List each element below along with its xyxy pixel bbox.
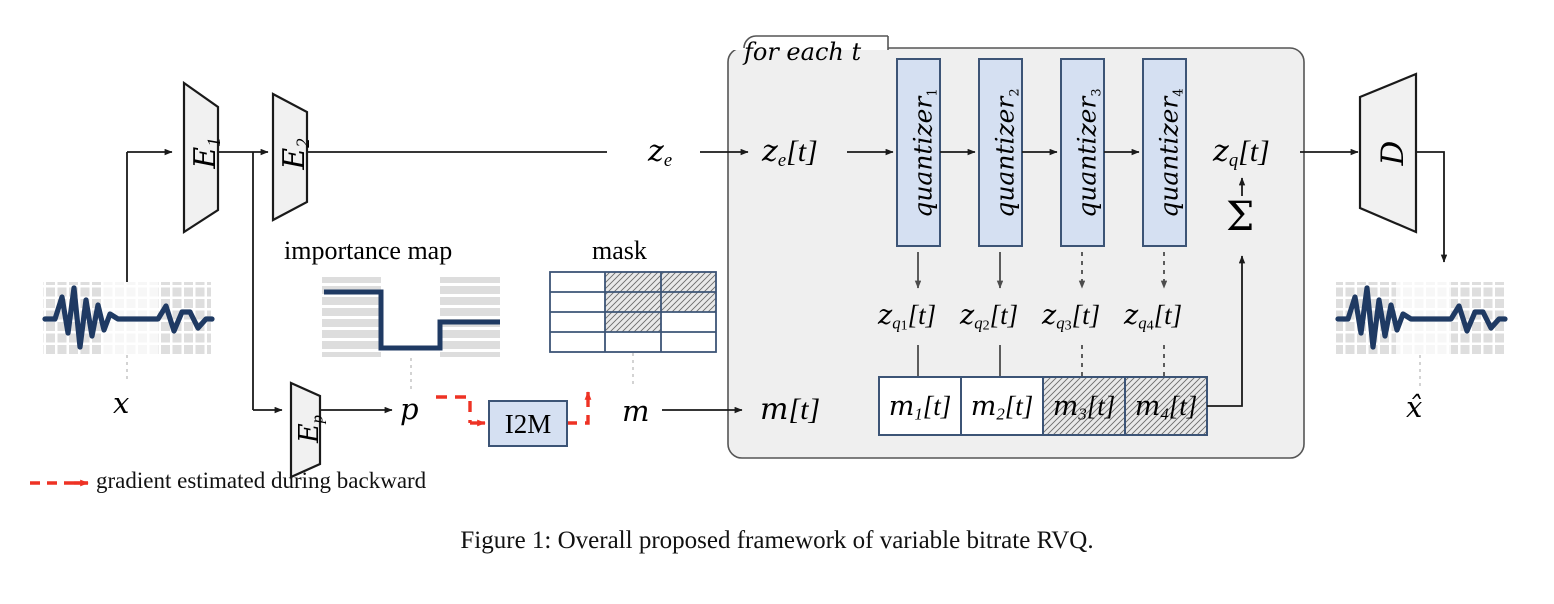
i2m-label[interactable]: I2M xyxy=(489,409,567,440)
output-waveform xyxy=(1335,282,1508,354)
sum-symbol: Σ xyxy=(1226,194,1255,240)
zq-label-2: zq2[t] xyxy=(960,300,1019,334)
zq-label-3: zq3[t] xyxy=(1042,300,1101,334)
mask-cell-label-1: m1[t] xyxy=(888,391,952,424)
input-waveform xyxy=(42,282,215,354)
m-label: m xyxy=(622,394,650,428)
mask-cell-label-2: m2[t] xyxy=(970,391,1034,424)
z-e-label: ze xyxy=(648,134,673,172)
diagram-vector-layer xyxy=(30,34,1508,487)
encoder-ep-label: Ep xyxy=(294,414,327,444)
mask-grid-graphic xyxy=(549,271,717,353)
encoder-e2-label: E2 xyxy=(277,138,315,170)
mask-cell-label-3: m3[t] xyxy=(1052,391,1116,424)
z-e-t-label: ze[t] xyxy=(762,134,818,172)
quantizer-label-2: quantizer2 xyxy=(990,88,1023,218)
input-x-label: x xyxy=(113,386,130,420)
zq-label-4: zq4[t] xyxy=(1124,300,1183,334)
zq-label-1: zq1[t] xyxy=(878,300,937,334)
decoder-d-label: D xyxy=(1375,140,1411,166)
mask-title: mask xyxy=(592,236,647,265)
quantizer-label-1: quantizer1 xyxy=(908,88,941,218)
z-q-t-label: zq[t] xyxy=(1213,134,1270,172)
quantizer-label-4: quantizer4 xyxy=(1154,88,1187,218)
importance-map-title: importance map xyxy=(284,236,453,265)
figure-caption: Figure 1: Overall proposed framework of … xyxy=(460,527,1094,554)
for-each-t-label: for each t xyxy=(744,38,862,66)
mask-cell-label-4: m4[t] xyxy=(1134,391,1198,424)
encoder-e1-label: E1 xyxy=(188,137,226,169)
importance-map-graphic xyxy=(322,277,500,357)
m-t-label: m[t] xyxy=(760,392,821,427)
output-xhat-label: x̂ xyxy=(1406,390,1423,424)
p-label: p xyxy=(400,392,419,426)
legend-label: gradient estimated during backward xyxy=(96,468,427,493)
quantizer-label-3: quantizer3 xyxy=(1072,88,1105,218)
figure-canvas: for each t E1 E2 Ep D x x̂ importance ma… xyxy=(0,0,1554,604)
